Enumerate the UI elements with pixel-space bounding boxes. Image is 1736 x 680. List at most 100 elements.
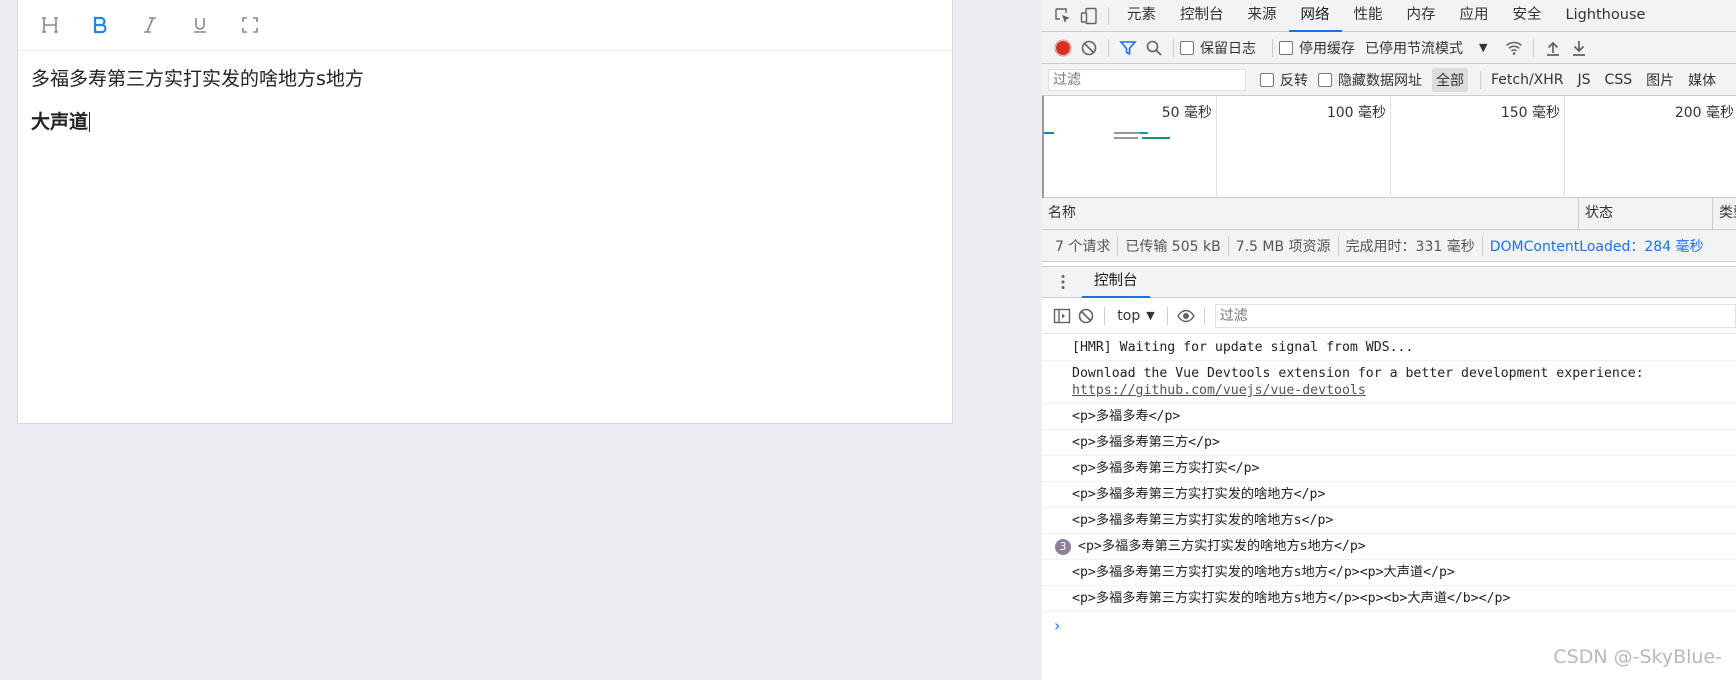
checkbox-box[interactable] bbox=[1260, 72, 1274, 87]
network-toolbar: 保留日志 停用缓存 已停用节流模式 ▼ bbox=[1042, 32, 1736, 64]
network-filter-input[interactable] bbox=[1048, 68, 1246, 91]
separator bbox=[1104, 306, 1106, 325]
sidebar-toggle-icon bbox=[1053, 308, 1071, 323]
drawer-menu-button[interactable] bbox=[1050, 269, 1076, 295]
record-button[interactable] bbox=[1050, 35, 1076, 61]
checkbox-box[interactable] bbox=[1279, 40, 1293, 55]
device-icon bbox=[1080, 7, 1097, 24]
context-select[interactable]: top ▼ bbox=[1117, 308, 1154, 324]
invert-label: 反转 bbox=[1280, 72, 1308, 89]
tab-security[interactable]: 安全 bbox=[1501, 0, 1554, 32]
throttle-value: 已停用节流模式 bbox=[1365, 40, 1463, 57]
clear-console-button[interactable] bbox=[1074, 303, 1098, 329]
drawer-tab-console[interactable]: 控制台 bbox=[1082, 266, 1150, 298]
tab-memory[interactable]: 内存 bbox=[1395, 0, 1448, 32]
column-type[interactable]: 类型 bbox=[1713, 198, 1736, 229]
type-filter-fetch-xhr[interactable]: Fetch/XHR bbox=[1487, 70, 1568, 90]
hide-data-urls-label: 隐藏数据网址 bbox=[1338, 72, 1422, 89]
clear-icon bbox=[1078, 308, 1094, 323]
column-status[interactable]: 状态 bbox=[1579, 198, 1713, 229]
checkbox-box[interactable] bbox=[1180, 40, 1194, 55]
tab-lighthouse[interactable]: Lighthouse bbox=[1554, 0, 1658, 32]
import-har-button[interactable] bbox=[1540, 35, 1566, 61]
live-expression-button[interactable] bbox=[1174, 303, 1198, 329]
network-conditions-button[interactable] bbox=[1501, 35, 1527, 61]
timeline-origin bbox=[1042, 96, 1044, 198]
console-prompt[interactable]: › bbox=[1042, 612, 1736, 639]
watermark: CSDN @-SkyBlue- bbox=[1553, 646, 1722, 668]
type-filter-all[interactable]: 全部 bbox=[1432, 67, 1468, 92]
console-message-repeated: 3 <p>多福多寿第三方实打实发的啥地方s地方</p> bbox=[1042, 534, 1736, 560]
column-name[interactable]: 名称 bbox=[1042, 198, 1579, 229]
more-vertical-icon bbox=[1061, 275, 1065, 289]
device-toolbar-button[interactable] bbox=[1076, 3, 1102, 29]
editor-content[interactable]: 多福多寿第三方实打实发的啥地方s地方 大声道 bbox=[18, 51, 952, 164]
console-message: <p>多福多寿第三方实打实</p> bbox=[1042, 456, 1736, 482]
prompt-chevron-icon: › bbox=[1054, 616, 1061, 635]
drawer-tab-bar: 控制台 bbox=[1042, 266, 1736, 298]
italic-button[interactable] bbox=[132, 10, 168, 40]
summary-transferred: 已传输 505 kB bbox=[1118, 235, 1229, 256]
type-filter-img[interactable]: 图片 bbox=[1642, 68, 1678, 92]
console-message-text: <p>多福多寿第三方实打实发的啥地方s地方</p> bbox=[1078, 539, 1366, 554]
tab-console[interactable]: 控制台 bbox=[1168, 0, 1236, 32]
download-icon bbox=[1573, 40, 1586, 56]
separator bbox=[1108, 38, 1109, 57]
rich-text-editor: 多福多寿第三方实打实发的啥地方s地方 大声道 bbox=[17, 0, 953, 424]
network-overview-timeline[interactable]: 50 毫秒 100 毫秒 150 毫秒 200 毫秒 bbox=[1042, 96, 1736, 198]
fullscreen-button[interactable] bbox=[232, 10, 268, 40]
separator bbox=[1108, 6, 1109, 25]
tab-application[interactable]: 应用 bbox=[1448, 0, 1501, 32]
console-filter-input[interactable] bbox=[1214, 303, 1736, 328]
type-filter-css[interactable]: CSS bbox=[1601, 70, 1637, 90]
clear-button[interactable] bbox=[1076, 35, 1102, 61]
type-filter-media[interactable]: 媒体 bbox=[1684, 68, 1720, 92]
filter-funnel-icon bbox=[1119, 40, 1137, 55]
italic-icon bbox=[144, 17, 156, 33]
underline-button[interactable] bbox=[182, 10, 218, 40]
timeline-label: 100 毫秒 bbox=[1326, 105, 1386, 121]
timeline-label: 200 毫秒 bbox=[1674, 105, 1734, 121]
devtools-tab-bar: 元素 控制台 来源 网络 性能 内存 应用 安全 Lighthouse bbox=[1042, 0, 1736, 32]
console-message: Download the Vue Devtools extension for … bbox=[1042, 361, 1736, 404]
search-icon bbox=[1146, 40, 1162, 56]
inspect-element-button[interactable] bbox=[1050, 3, 1076, 29]
bold-button[interactable] bbox=[82, 10, 118, 40]
hide-data-urls-checkbox[interactable]: 隐藏数据网址 bbox=[1318, 70, 1422, 90]
timeline-request-bar bbox=[1050, 132, 1054, 134]
underline-icon bbox=[194, 18, 206, 33]
filter-toggle-button[interactable] bbox=[1115, 35, 1141, 61]
tab-elements[interactable]: 元素 bbox=[1115, 0, 1168, 32]
devtools-panel: 元素 控制台 来源 网络 性能 内存 应用 安全 Lighthouse 保留日志… bbox=[1042, 0, 1736, 680]
show-sidebar-button[interactable] bbox=[1050, 303, 1074, 329]
timeline-gridline bbox=[1216, 96, 1217, 198]
inspect-cursor-icon bbox=[1055, 7, 1070, 23]
console-message-link[interactable]: https://github.com/vuejs/vue-devtools bbox=[1072, 383, 1366, 398]
type-filter-js[interactable]: JS bbox=[1574, 70, 1595, 90]
tab-network[interactable]: 网络 bbox=[1288, 0, 1342, 32]
tab-performance[interactable]: 性能 bbox=[1342, 0, 1395, 32]
bold-text: 大声道 bbox=[31, 110, 89, 133]
invert-checkbox[interactable]: 反转 bbox=[1260, 70, 1308, 90]
upload-icon bbox=[1547, 41, 1560, 56]
tab-sources[interactable]: 来源 bbox=[1236, 0, 1289, 32]
network-filter-bar: 反转 隐藏数据网址 全部 Fetch/XHR JS CSS 图片 媒体 bbox=[1042, 64, 1736, 96]
dropdown-arrow-icon: ▼ bbox=[1146, 309, 1155, 322]
timeline-gridline bbox=[1564, 96, 1565, 198]
disable-cache-checkbox[interactable]: 停用缓存 bbox=[1279, 38, 1355, 58]
console-message-text: Download the Vue Devtools extension for … bbox=[1072, 366, 1644, 381]
throttle-select[interactable]: 已停用节流模式 ▼ bbox=[1365, 38, 1487, 58]
checkbox-box[interactable] bbox=[1318, 72, 1332, 87]
preserve-log-checkbox[interactable]: 保留日志 bbox=[1180, 38, 1256, 58]
search-button[interactable] bbox=[1141, 35, 1167, 61]
timeline-request-bar bbox=[1114, 137, 1138, 139]
preserve-log-label: 保留日志 bbox=[1200, 40, 1256, 57]
disable-cache-label: 停用缓存 bbox=[1299, 40, 1355, 57]
dropdown-arrow-icon: ▼ bbox=[1479, 41, 1488, 54]
summary-resources: 7.5 MB 项资源 bbox=[1229, 235, 1339, 256]
console-message: <p>多福多寿第三方</p> bbox=[1042, 430, 1736, 456]
summary-finish: 完成用时：331 毫秒 bbox=[1339, 235, 1483, 256]
heading-button[interactable] bbox=[32, 10, 68, 40]
summary-requests: 7 个请求 bbox=[1048, 235, 1119, 256]
export-har-button[interactable] bbox=[1566, 35, 1592, 61]
